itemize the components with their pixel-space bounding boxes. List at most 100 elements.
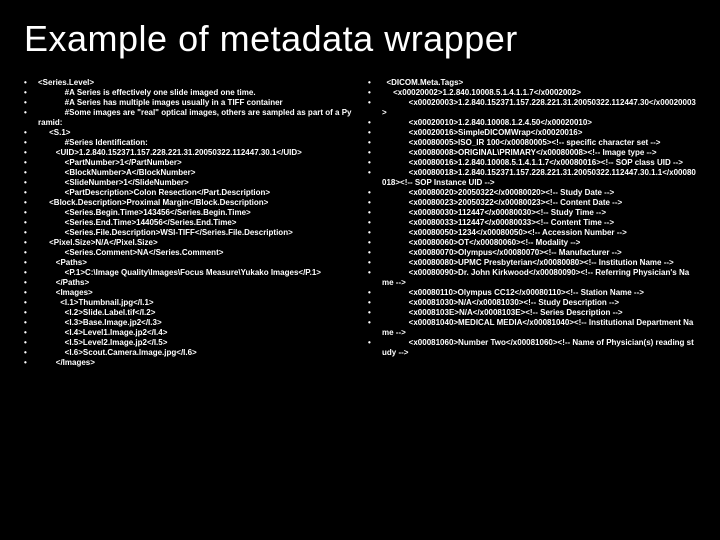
left-row: • <Series.Begin.Time>143456</Series.Begi… [24,208,352,218]
right-row: • <x00080060>OT</x00080060><!-- Modality… [368,238,696,248]
bullet-icon: • [24,308,38,318]
right-line: <x00081030>N/A</x00081030><!-- Study Des… [382,298,696,308]
right-row: • <x00080033>112447</x00080033><!-- Cont… [368,218,696,228]
right-row: • <x00020016>SimpleDICOMWrap</x00020016> [368,128,696,138]
bullet-icon: • [24,108,38,118]
bullet-icon: • [24,288,38,298]
right-row: • <x00020010>1.2.840.10008.1.2.4.50</x00… [368,118,696,128]
right-line: <x00080080>UPMC Presbyterian</x00080080>… [382,258,696,268]
right-row: • <x00081040>MEDICAL MEDIA</x00081040><!… [368,318,696,338]
left-line: <Paths> [38,258,352,268]
left-line: <BlockNumber>A</BlockNumber> [38,168,352,178]
right-line: <x00020010>1.2.840.10008.1.2.4.50</x0002… [382,118,696,128]
bullet-icon: • [24,358,38,368]
right-line: <x00020003>1.2.840.152371.157.228.221.31… [382,98,696,118]
bullet-icon: • [24,78,38,88]
bullet-icon: • [368,118,382,128]
left-line: #Some images are "real" optical images, … [38,108,352,128]
left-row: • <S.1> [24,128,352,138]
left-line: <I.4>Level1.Image.jp2</I.4> [38,328,352,338]
bullet-icon: • [24,298,38,308]
right-line: <x00080030>112447</x00080030><!-- Study … [382,208,696,218]
right-row: • <x00081030>N/A</x00081030><!-- Study D… [368,298,696,308]
right-row: • <x00080080>UPMC Presbyterian</x0008008… [368,258,696,268]
left-line: <I.6>Scout.Camera.Image.jpg</I.6> [38,348,352,358]
right-row: • <DICOM.Meta.Tags> [368,78,696,88]
bullet-icon: • [368,228,382,238]
left-line: <PartNumber>1</PartNumber> [38,158,352,168]
left-row: • <Series.Comment>NA</Series.Comment> [24,248,352,258]
bullet-icon: • [368,78,382,88]
right-line: <x00080050>1234</x00080050><!-- Accessio… [382,228,696,238]
bullet-icon: • [24,218,38,228]
right-line: <x00080016>1.2.840.10008.5.1.4.1.1.7</x0… [382,158,696,168]
bullet-icon: • [24,148,38,158]
left-line: <P.1>C:\Image Quality\Images\Focus Measu… [38,268,352,278]
bullet-icon: • [24,328,38,338]
bullet-icon: • [24,158,38,168]
bullet-icon: • [24,88,38,98]
left-line: <Pixel.Size>N/A</Pixel.Size> [38,238,352,248]
right-row: • <x00020003>1.2.840.152371.157.228.221.… [368,98,696,118]
bullet-icon: • [24,268,38,278]
bullet-icon: • [368,268,382,278]
right-row: • <x00080110>Olympus CC12</x00080110><!-… [368,288,696,298]
bullet-icon: • [368,238,382,248]
left-line: <UID>1.2.840.152371.157.228.221.31.20050… [38,148,352,158]
right-row: • <x00080090>Dr. John Kirkwood</x0008009… [368,268,696,288]
right-line: <x00080018>1.2.840.152371.157.228.221.31… [382,168,696,188]
bullet-icon: • [24,318,38,328]
left-line: <I.3>Base.Image.jp2</I.3> [38,318,352,328]
left-line: <Series.File.Description>WSI-TIFF</Serie… [38,228,352,238]
left-row: • <BlockNumber>A</BlockNumber> [24,168,352,178]
left-row: • #Some images are "real" optical images… [24,108,352,128]
bullet-icon: • [368,128,382,138]
bullet-icon: • [368,308,382,318]
bullet-icon: • [368,158,382,168]
left-line: <Series.Begin.Time>143456</Series.Begin.… [38,208,352,218]
right-line: <x0008103E>N/A</x0008103E><!-- Series De… [382,308,696,318]
bullet-icon: • [24,198,38,208]
left-line: <I.5>Level2.Image.jp2</I.5> [38,338,352,348]
right-line: <x00080060>OT</x00080060><!-- Modality -… [382,238,696,248]
left-row: • <P.1>C:\Image Quality\Images\Focus Mea… [24,268,352,278]
left-row: • <PartNumber>1</PartNumber> [24,158,352,168]
left-line: #Series Identification: [38,138,352,148]
bullet-icon: • [24,348,38,358]
left-line: <I.2>Slide.Label.tif</I.2> [38,308,352,318]
bullet-icon: • [368,188,382,198]
right-line: <x00020002>1.2.840.10008.5.1.4.1.1.7</x0… [382,88,696,98]
left-line: <Block.Description>Proximal Margin</Bloc… [38,198,352,208]
left-line: <I.1>Thumbnail.jpg</I.1> [38,298,352,308]
bullet-icon: • [368,208,382,218]
left-line: <Images> [38,288,352,298]
bullet-icon: • [368,338,382,348]
bullet-icon: • [24,278,38,288]
bullet-icon: • [368,168,382,178]
left-line: <Series.End.Time>144056</Series.End.Time… [38,218,352,228]
bullet-icon: • [368,98,382,108]
right-row: • <x00081060>Number Two</x00081060><!-- … [368,338,696,358]
right-line: <x00080110>Olympus CC12</x00080110><!-- … [382,288,696,298]
bullet-icon: • [24,178,38,188]
left-column: •<Series.Level>• #A Series is effectivel… [24,78,352,368]
bullet-icon: • [368,218,382,228]
right-line: <x00081040>MEDICAL MEDIA</x00081040><!--… [382,318,696,338]
right-row: • <x00080016>1.2.840.10008.5.1.4.1.1.7</… [368,158,696,168]
bullet-icon: • [24,98,38,108]
right-row: • <x00080018>1.2.840.152371.157.228.221.… [368,168,696,188]
left-row: • #A Series has multiple images usually … [24,98,352,108]
bullet-icon: • [368,248,382,258]
bullet-icon: • [24,188,38,198]
right-line: <x00080005>ISO_IR 100</x00080005><!-- sp… [382,138,696,148]
left-line: #A Series has multiple images usually in… [38,98,352,108]
left-row: • #A Series is effectively one slide ima… [24,88,352,98]
bullet-icon: • [24,238,38,248]
left-row: • #Series Identification: [24,138,352,148]
right-line: <x00080070>Olympus</x00080070><!-- Manuf… [382,248,696,258]
right-line: <x00080023>20050322</x00080023><!-- Cont… [382,198,696,208]
left-row: • <Series.File.Description>WSI-TIFF</Ser… [24,228,352,238]
right-line: <x00080020>20050322</x00080020><!-- Stud… [382,188,696,198]
right-row: • <x00080050>1234</x00080050><!-- Access… [368,228,696,238]
bullet-icon: • [24,208,38,218]
